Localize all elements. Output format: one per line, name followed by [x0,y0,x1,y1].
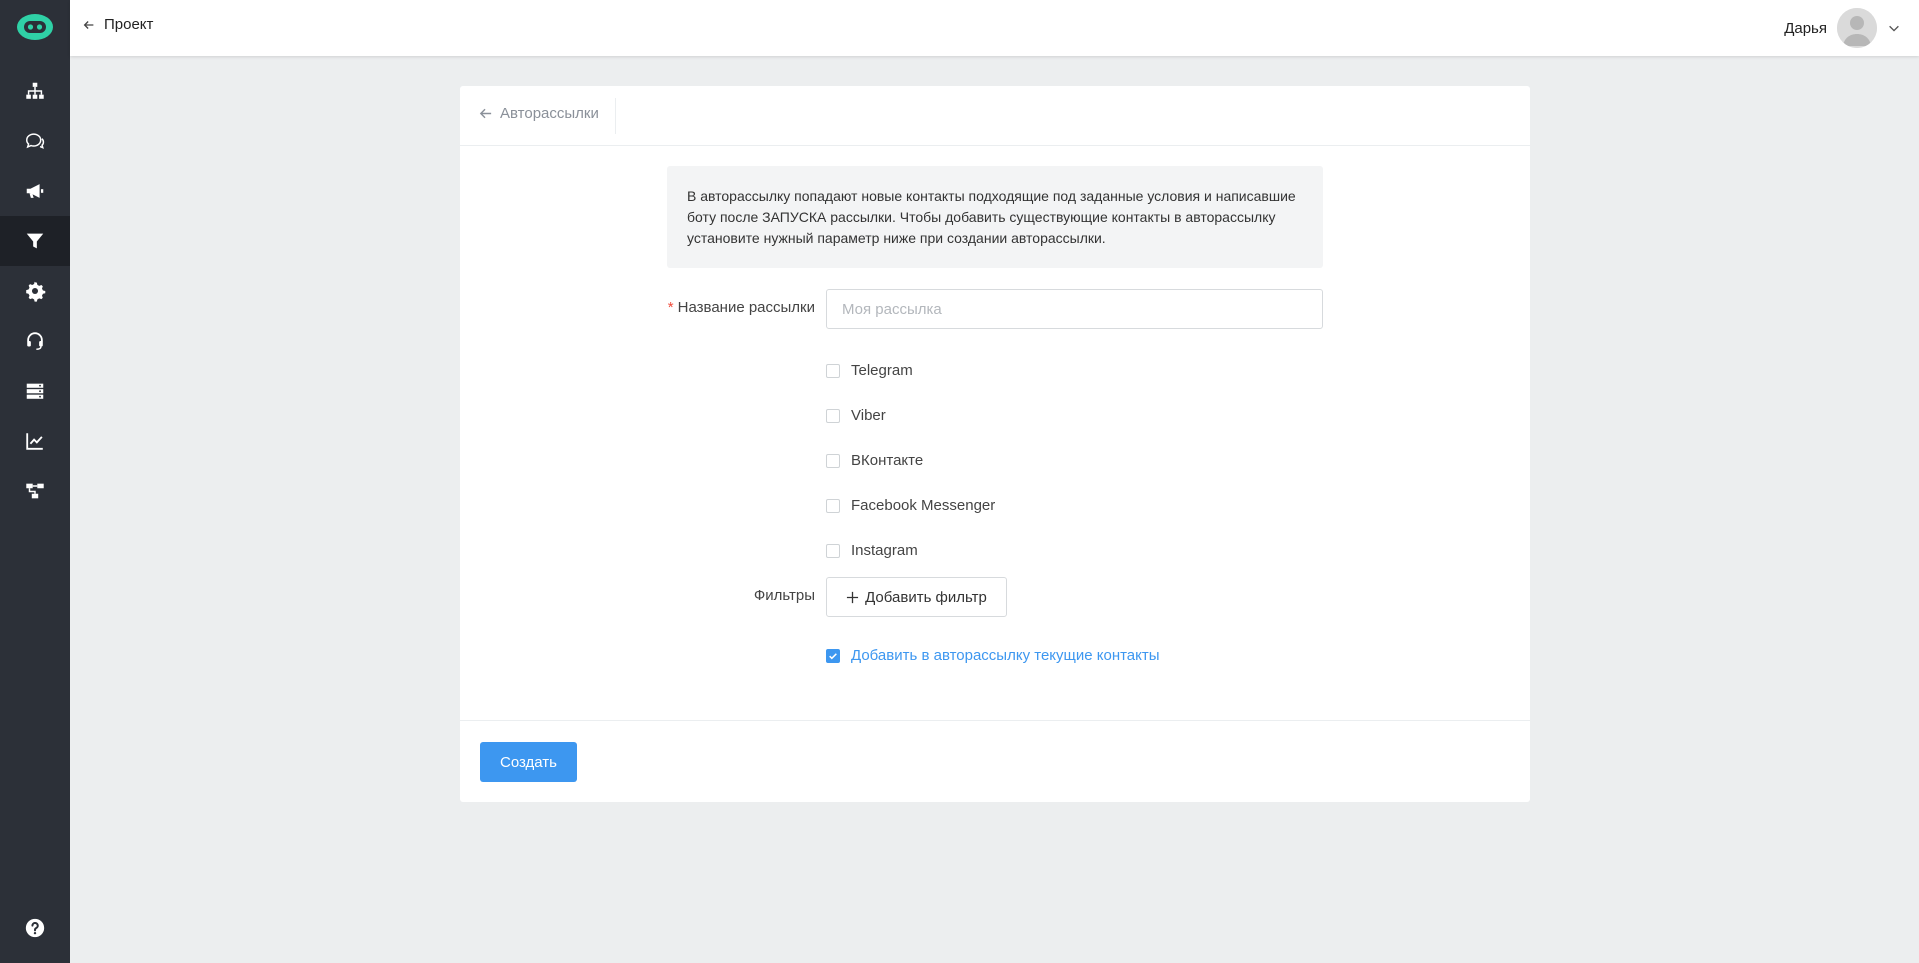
megaphone-icon [26,184,44,198]
chat-icon [26,133,45,149]
check-icon [829,652,837,659]
help-button[interactable] [0,903,70,953]
avatar [1837,8,1877,48]
headset-icon [27,332,43,350]
arrow-left-icon [479,108,492,119]
add-filter-label: Добавить фильтр [865,588,987,606]
sidebar-item-support[interactable] [0,316,70,366]
add-filter-button[interactable]: Добавить фильтр [826,577,1007,617]
checkbox[interactable] [826,543,840,558]
checkbox[interactable] [826,408,840,423]
help-icon [25,918,45,938]
broadcast-name-input[interactable] [826,289,1323,329]
channel-checkbox-instagram[interactable]: Instagram [826,542,918,559]
sidebar-item-structure[interactable] [0,66,70,116]
channel-label: ВКонтакте [851,452,924,469]
channel-checkbox-facebook[interactable]: Facebook Messenger [826,497,995,514]
name-label-text: Название рассылки [677,299,815,316]
sidebar-item-data[interactable] [0,366,70,416]
sidebar-item-broadcasts[interactable] [0,166,70,216]
checkbox[interactable] [826,453,840,468]
channel-checkbox-viber[interactable]: Viber [826,407,886,424]
user-menu[interactable]: Дарья [1784,8,1901,48]
chevron-down-icon [1889,25,1899,32]
sidebar-item-chats[interactable] [0,116,70,166]
checkbox[interactable] [826,363,840,378]
server-icon [26,383,44,399]
channel-label: Instagram [851,542,918,559]
sitemap-icon [26,82,44,99]
channel-checkbox-telegram[interactable]: Telegram [826,362,913,379]
add-current-contacts-checkbox[interactable]: Добавить в авторассылку текущие контакты [826,647,1160,664]
required-asterisk: * [667,299,674,316]
back-to-project-link[interactable]: Проект [82,16,153,33]
flow-icon [26,483,44,499]
channel-label: Facebook Messenger [851,497,996,514]
sidebar-item-autobroadcasts[interactable] [0,216,70,266]
top-header: Проект Дарья [70,0,1919,56]
checkbox[interactable] [826,498,840,513]
filter-icon [26,233,44,249]
add-current-contacts-label: Добавить в авторассылку текущие контакты [851,647,1160,664]
bot-logo-icon[interactable] [15,11,55,43]
create-button[interactable]: Создать [480,742,577,782]
filters-label: Фильтры [753,587,815,604]
sidebar [0,0,70,963]
plus-icon [847,591,859,603]
name-label: * Название рассылки [660,299,815,316]
channel-label: Telegram [851,362,913,379]
back-to-project-label: Проект [104,16,154,33]
back-to-autobroadcasts-label: Авторассылки [500,105,599,122]
checkbox-checked[interactable] [826,648,840,663]
sidebar-item-settings[interactable] [0,266,70,316]
back-to-autobroadcasts-link[interactable]: Авторассылки [478,105,599,122]
header-divider [615,98,616,134]
footer-divider [460,720,1530,721]
arrow-left-icon [83,20,94,29]
sidebar-item-integrations[interactable] [0,466,70,516]
channel-checkbox-vkontakte[interactable]: ВКонтакте [826,452,923,469]
autobroadcast-form-card: Авторассылки В авторассылку попадают нов… [460,86,1530,802]
card-header: Авторассылки [460,86,1530,146]
gear-icon [26,281,46,302]
sidebar-item-analytics[interactable] [0,416,70,466]
channel-label: Viber [851,407,886,424]
info-notice: В авторассылку попадают новые контакты п… [667,166,1323,268]
chart-icon [26,433,43,450]
user-name: Дарья [1784,19,1827,37]
